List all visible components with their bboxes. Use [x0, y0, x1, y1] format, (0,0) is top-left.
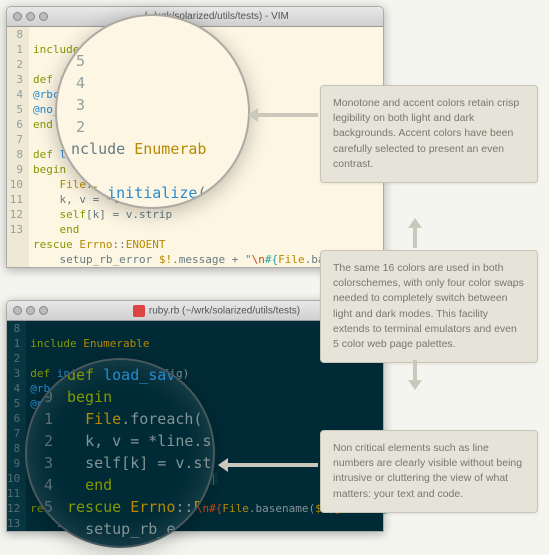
callout-shared-colors: The same 16 colors are used in both colo…: [320, 250, 538, 363]
zoom-icon[interactable]: [39, 306, 48, 315]
callout-line-numbers: Non critical elements such as line numbe…: [320, 430, 538, 513]
ruby-file-icon: [133, 305, 145, 317]
minimize-icon[interactable]: [26, 306, 35, 315]
magnifier-dark: 89123456 def load_savefbegin File.foreac…: [25, 358, 215, 548]
callout-contrast: Monotone and accent colors retain crisp …: [320, 85, 538, 183]
magnifier-light: 65432 nclude Enumerabdef initialize(rbco…: [55, 14, 250, 209]
gutter-dark: 812345678910111213: [7, 321, 26, 531]
window-controls[interactable]: [13, 306, 48, 315]
arrow-up-icon: [408, 218, 422, 248]
zoom-icon[interactable]: [39, 12, 48, 21]
close-icon[interactable]: [13, 12, 22, 21]
arrow-down-icon: [408, 360, 422, 390]
arrow-left-icon: [248, 108, 318, 122]
arrow-left-icon: [218, 458, 318, 472]
gutter-light: 812345678910111213: [7, 27, 29, 267]
close-icon[interactable]: [13, 306, 22, 315]
window-title-light: (~/wrk/solarized/utils/tests) - VIM: [56, 11, 377, 22]
window-controls[interactable]: [13, 12, 48, 21]
minimize-icon[interactable]: [26, 12, 35, 21]
